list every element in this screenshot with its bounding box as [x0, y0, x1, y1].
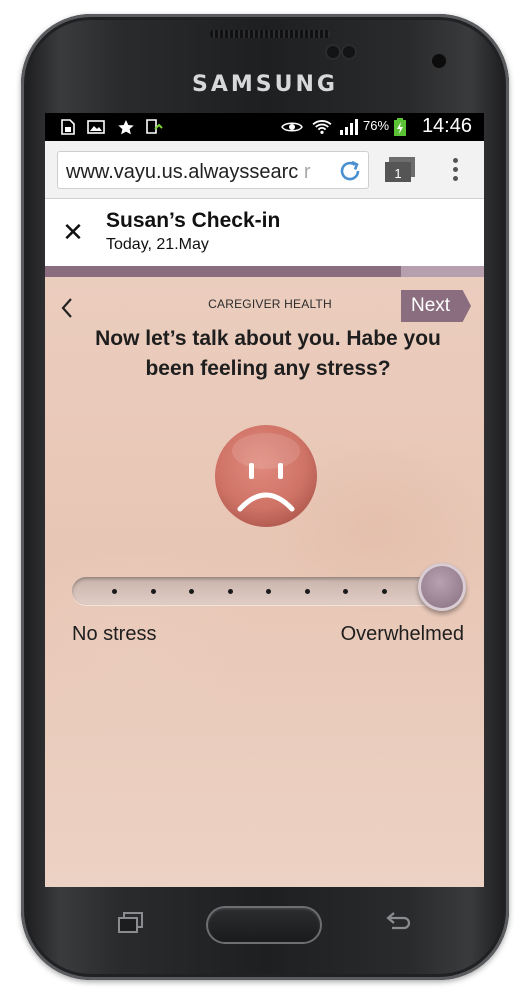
signal-icon	[340, 119, 358, 135]
slider-tick	[343, 589, 348, 594]
wifi-icon	[312, 120, 332, 134]
home-button[interactable]	[208, 908, 320, 942]
tabs-button[interactable]: 1	[385, 157, 417, 185]
image-icon	[87, 120, 105, 134]
url-text: www.vayu.us.alwayssearc r	[66, 161, 311, 183]
battery-percent: 76%	[363, 118, 390, 133]
app-header: ✕ Susan’s Check-in Today, 21.May	[45, 199, 484, 266]
checkin-content: CAREGIVER HEALTH Next Now let’s talk abo…	[45, 277, 484, 887]
next-button[interactable]: Next	[401, 290, 471, 322]
stress-slider-thumb[interactable]	[418, 563, 466, 611]
page-title: Susan’s Check-in	[106, 209, 281, 232]
close-icon[interactable]: ✕	[61, 217, 85, 247]
question-text: Now let’s talk about you. Habe you been …	[95, 327, 441, 380]
slider-tick	[266, 589, 271, 594]
page-subtitle: Today, 21.May	[106, 236, 209, 253]
brand-logo: SAMSUNG	[192, 72, 338, 97]
battery-charging-icon	[394, 118, 406, 136]
slider-tick	[112, 589, 117, 594]
stress-slider-track[interactable]	[72, 577, 462, 605]
eye-icon	[281, 122, 303, 132]
sad-face-icon	[215, 425, 317, 527]
url-fade-text: r	[303, 161, 311, 183]
light-sensor	[343, 46, 355, 58]
overflow-menu-icon[interactable]	[447, 155, 463, 187]
slider-min-label: No stress	[72, 623, 157, 645]
progress-track	[45, 266, 484, 277]
tabs-icon: 1	[385, 157, 415, 182]
slider-tick	[304, 589, 310, 594]
slider-tick	[381, 589, 387, 594]
front-camera	[432, 54, 446, 68]
proximity-sensor	[327, 46, 339, 58]
progress-fill	[45, 266, 401, 277]
slider-tick	[150, 589, 156, 594]
sim-card-icon	[61, 119, 75, 135]
slider-tick	[189, 589, 194, 594]
clock: 14:46	[421, 115, 472, 137]
slider-max-label: Overwhelmed	[340, 623, 464, 645]
browser-toolbar: www.vayu.us.alwayssearc r 1	[45, 141, 484, 199]
earpiece-speaker	[210, 30, 330, 38]
star-icon	[118, 120, 134, 135]
status-bar: 76% 14:46	[45, 113, 484, 141]
slider-tick	[227, 589, 233, 594]
upload-icon	[146, 119, 163, 134]
recent-apps-icon[interactable]	[116, 910, 146, 936]
screen: 76% 14:46 www.vayu.us.alwayssearc r 1 ✕ …	[45, 113, 484, 887]
reload-icon[interactable]	[336, 157, 364, 185]
tab-count: 1	[394, 166, 401, 181]
back-key-icon[interactable]	[382, 910, 412, 936]
url-bar[interactable]: www.vayu.us.alwayssearc r	[57, 151, 369, 189]
